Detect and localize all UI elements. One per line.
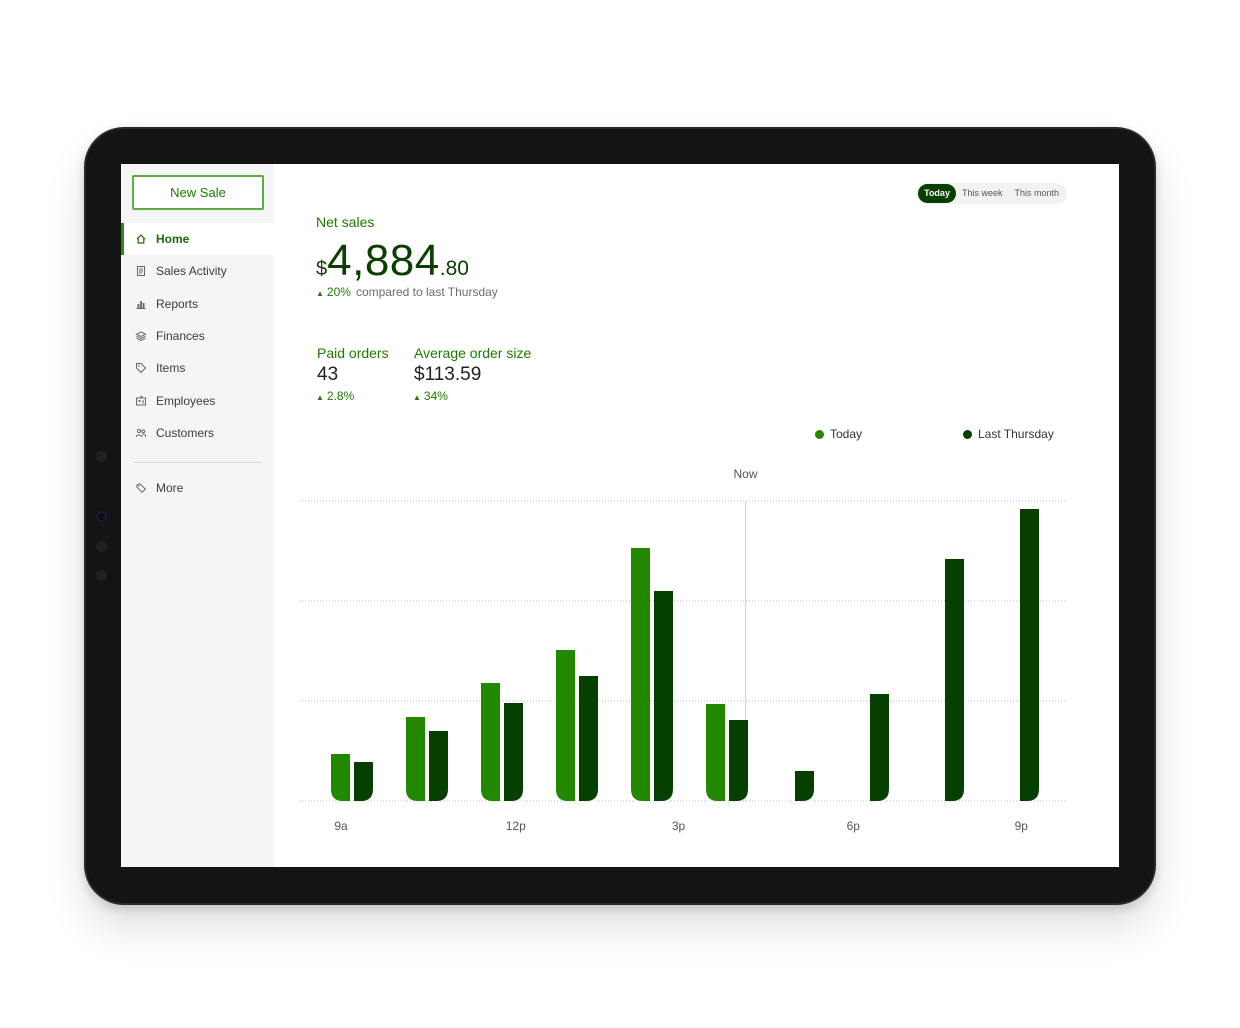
id-card-icon (135, 395, 147, 407)
chart-bar (429, 731, 448, 801)
now-marker-label: Now (733, 467, 757, 481)
stack-icon (135, 330, 147, 342)
x-tick-label: 3p (672, 819, 686, 833)
sidebar-item-label: Sales Activity (156, 264, 227, 278)
legend-today: Today (815, 427, 862, 441)
currency-symbol: $ (316, 258, 328, 280)
x-tick-label: 6p (847, 819, 861, 833)
receipt-icon (135, 265, 147, 277)
chart-bar (1020, 509, 1039, 801)
x-tick-label: 9p (1015, 819, 1029, 833)
sidebar-item-label: Employees (156, 394, 216, 408)
legend-last-thursday: Last Thursday (963, 427, 1054, 441)
paid-orders-value: 43 (317, 364, 339, 385)
paid-orders-delta: ▲ 2.8% (316, 389, 354, 403)
tab-this-month[interactable]: This month (1008, 184, 1065, 203)
sensor-dot (96, 451, 107, 462)
legend-dot (815, 429, 824, 439)
avg-order-label: Average order size (414, 345, 532, 361)
sidebar-item-more[interactable]: More (121, 472, 274, 504)
date-range-toggle: Today This week This month (916, 183, 1067, 204)
chart-bar (729, 720, 748, 801)
sidebar-item-label: Items (156, 361, 186, 375)
delta-percent: 20% (326, 285, 351, 299)
chart-bar (331, 754, 350, 801)
x-tick-label: 9a (334, 819, 348, 833)
legend-label: Last Thursday (978, 427, 1054, 441)
tab-this-week[interactable]: This week (956, 184, 1009, 203)
new-sale-button[interactable]: New Sale (132, 175, 264, 210)
chart-bar (504, 703, 523, 801)
sidebar-item-label: Customers (156, 426, 215, 440)
net-sales-value: $4,884.80 (316, 236, 469, 286)
sidebar: New Sale Home Sales Activity Reports Fin… (121, 164, 274, 867)
chart-bar (481, 683, 500, 801)
sidebar-item-home[interactable]: Home (121, 223, 274, 255)
up-arrow-icon: ▲ (413, 393, 421, 402)
delta-percent: 2.8% (326, 389, 355, 403)
more-icon (135, 482, 147, 494)
sidebar-item-employees[interactable]: Employees (121, 385, 274, 417)
camera-lens (96, 511, 107, 522)
sidebar-item-label: Home (156, 232, 190, 246)
chart-bar (795, 771, 814, 801)
sidebar-item-label: Reports (156, 297, 199, 311)
up-arrow-icon: ▲ (316, 289, 324, 298)
bar-chart-icon (135, 298, 147, 310)
sidebar-item-label: More (156, 481, 184, 495)
sales-chart: Now 9a 12p 3p 6p 9p (299, 464, 1067, 844)
sidebar-item-customers[interactable]: Customers (121, 417, 274, 449)
legend-dot (963, 429, 972, 439)
chart-bar (406, 717, 425, 801)
sidebar-item-sales-activity[interactable]: Sales Activity (121, 255, 274, 287)
net-sales-whole: 4,884 (327, 236, 440, 285)
chart-bar (579, 676, 598, 801)
sensor-dot (96, 570, 107, 581)
people-icon (135, 427, 147, 439)
sensor-dot (96, 541, 107, 552)
chart-bar (631, 548, 650, 801)
nav-divider (134, 462, 261, 463)
sidebar-item-reports[interactable]: Reports (121, 288, 274, 320)
chart-bar (945, 559, 964, 801)
net-sales-cents: .80 (439, 257, 469, 280)
chart-bar (556, 650, 575, 801)
paid-orders-label: Paid orders (317, 345, 389, 361)
chart-bar (654, 591, 673, 801)
chart-bar (870, 694, 889, 801)
chart-bar (706, 704, 725, 801)
sidebar-item-items[interactable]: Items (121, 352, 274, 384)
net-sales-delta: ▲ 20% compared to last Thursday (316, 285, 498, 299)
tag-icon (135, 362, 147, 374)
avg-order-value: $113.59 (414, 364, 482, 385)
chart-svg: Now 9a 12p 3p 6p 9p (299, 467, 1067, 833)
legend-label: Today (830, 427, 863, 441)
delta-percent: 34% (423, 389, 448, 403)
avg-order-delta: ▲ 34% (413, 389, 448, 403)
net-sales-label: Net sales (316, 214, 375, 230)
up-arrow-icon: ▲ (316, 393, 324, 402)
x-tick-label: 12p (506, 819, 526, 833)
sidebar-item-finances[interactable]: Finances (121, 320, 274, 352)
chart-bar (354, 762, 373, 801)
tab-today[interactable]: Today (918, 184, 956, 203)
app-screen: New Sale Home Sales Activity Reports Fin… (121, 164, 1119, 867)
home-icon (135, 233, 147, 245)
compare-text: compared to last Thursday (355, 285, 498, 299)
sidebar-item-label: Finances (156, 329, 205, 343)
